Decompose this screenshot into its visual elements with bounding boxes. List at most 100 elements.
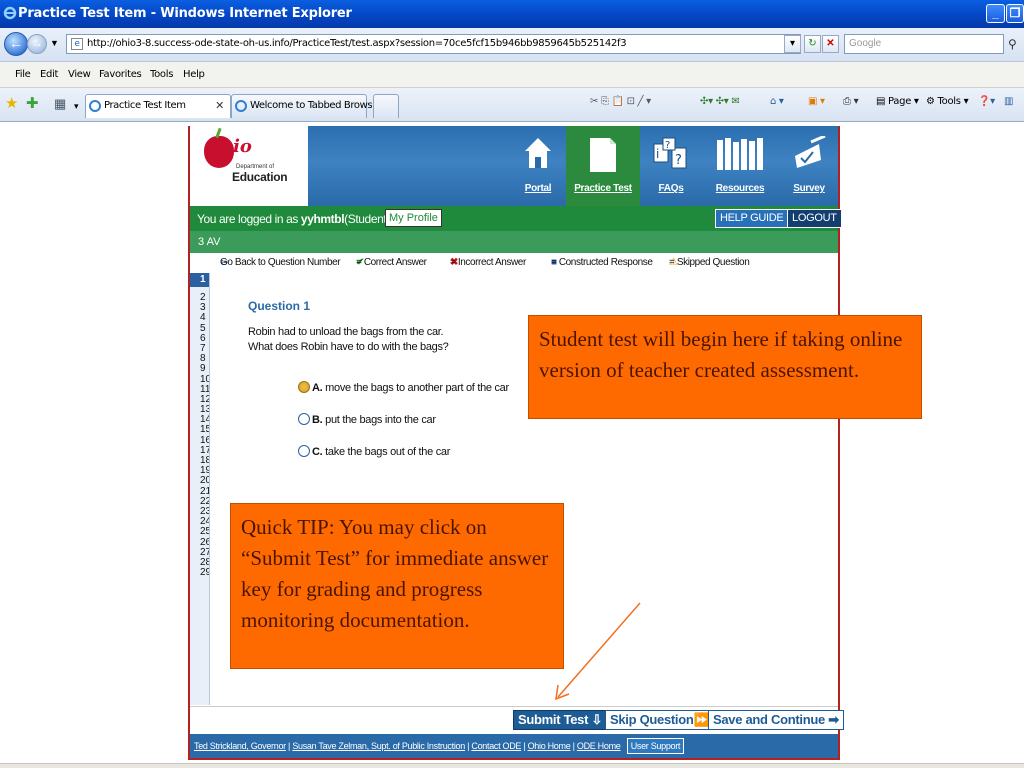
help-guide-button[interactable]: HELP GUIDE	[715, 209, 789, 228]
search-icon[interactable]: ⚲	[1008, 34, 1024, 54]
nav-faqs[interactable]: i ? ? FAQs	[650, 126, 692, 206]
callout-quick-tip: Quick TIP: You may click on “Submit Test…	[230, 503, 564, 669]
house-icon	[525, 138, 551, 168]
refresh-icon[interactable]: ↻	[804, 35, 821, 53]
document-icon	[590, 138, 616, 172]
save-arrow-icon: ➡	[828, 712, 839, 727]
question-number-link[interactable]: 29	[190, 567, 209, 578]
user-role: (Student)	[344, 212, 390, 226]
session-bar: You are logged in as yyhmtbl(Student) My…	[190, 206, 842, 231]
research-icon[interactable]: ▥	[1004, 96, 1013, 107]
footer-link-contact[interactable]: Contact ODE	[471, 741, 521, 751]
tools-menu-label: Tools	[937, 96, 961, 107]
footer-link-supt[interactable]: Susan Tave Zelman, Supt. of Public Instr…	[292, 741, 465, 751]
question-title: Question 1	[248, 299, 311, 313]
stop-icon[interactable]: ✕	[822, 35, 839, 53]
answer-text: put the bags into the car	[325, 414, 436, 426]
my-profile-button[interactable]: My Profile	[385, 209, 442, 227]
ie-logo-icon	[3, 6, 17, 20]
edit-toolbar-icons[interactable]: ✂ ⎘ 📋 ⊡ ╱ ▾	[590, 96, 651, 107]
new-tab-button[interactable]	[373, 94, 399, 118]
ode-logo[interactable]: hio Department of Education	[190, 126, 308, 206]
logout-button[interactable]: LOGOUT	[787, 209, 842, 228]
submit-label: Submit Test	[518, 712, 589, 727]
page-menu[interactable]: ▤ Page ▾	[876, 96, 919, 107]
tab-label: Welcome to Tabbed Browsing	[250, 100, 387, 111]
back-button[interactable]: ←	[4, 32, 28, 56]
nav-practice-test[interactable]: Practice Test	[566, 126, 640, 206]
address-input[interactable]: e http://ohio3-8.success-ode-state-oh-us…	[66, 34, 801, 54]
menu-file[interactable]: File	[15, 69, 31, 80]
submit-test-button[interactable]: Submit Test ⇩	[513, 710, 608, 730]
ie-page-icon	[89, 100, 101, 112]
question-number-current[interactable]: 1	[190, 273, 209, 287]
question-prompt: Robin had to unload the bags from the ca…	[248, 325, 449, 355]
feeds-icon[interactable]: ▣ ▾	[808, 96, 825, 107]
callout-test-start: Student test will begin here if taking o…	[528, 315, 922, 419]
status-legend: ⇐ Go Back to Question Number ✔ = Correct…	[190, 254, 838, 272]
menu-help[interactable]: Help	[183, 69, 205, 80]
save-label: Save and Continue	[713, 712, 825, 727]
tab-label: Practice Test Item	[104, 100, 186, 111]
books-icon	[717, 138, 763, 170]
address-dropdown-icon[interactable]: ▾	[784, 35, 801, 53]
legend-constructed-label: = Constructed Response	[551, 257, 653, 268]
footer-link-governor[interactable]: Ted Strickland, Governor	[194, 741, 286, 751]
translate-icons[interactable]: ✣▾ ✣▾ ✉	[700, 96, 740, 107]
callout-arrow-icon	[555, 602, 641, 701]
svg-text:?: ?	[665, 140, 670, 151]
save-continue-button[interactable]: Save and Continue ➡	[708, 710, 844, 730]
question-cards-icon: i ? ?	[653, 137, 687, 169]
history-dropdown-icon[interactable]: ▼	[50, 38, 59, 48]
survey-pencil-icon	[795, 136, 826, 168]
close-tab-icon[interactable]: ✕	[215, 95, 224, 117]
menu-favorites[interactable]: Favorites	[99, 69, 142, 80]
login-status: You are logged in as yyhmtbl(Student)	[197, 212, 390, 226]
tab-list-dropdown-icon[interactable]: ▾	[74, 99, 79, 114]
nav-survey[interactable]: Survey	[786, 126, 832, 206]
question-number-link[interactable]: 25	[190, 527, 209, 537]
print-icon[interactable]: ⎙ ▾	[843, 96, 859, 107]
add-favorites-icon[interactable]: ✚	[26, 96, 39, 111]
skip-label: Skip Question	[610, 712, 694, 727]
quick-tabs-icon[interactable]: ▦	[54, 96, 66, 111]
logo-edu-text: Education	[232, 170, 288, 184]
page-icon: e	[71, 38, 83, 50]
home-icon[interactable]: ⌂ ▾	[770, 96, 784, 107]
tab-welcome[interactable]: Welcome to Tabbed Browsing	[231, 94, 387, 118]
forward-button[interactable]: →	[27, 34, 47, 54]
footer-link-ohio-home[interactable]: Ohio Home	[528, 741, 571, 751]
menu-tools[interactable]: Tools	[150, 69, 173, 80]
favorites-star-icon[interactable]: ★	[5, 96, 18, 111]
address-url: http://ohio3-8.success-ode-state-oh-us.i…	[87, 38, 627, 49]
question-number-link[interactable]: 9	[190, 364, 209, 374]
tab-practice-test-item[interactable]: Practice Test Item ✕	[85, 94, 231, 118]
section-title: 3 AV	[190, 231, 838, 253]
nav-resources[interactable]: Resources	[708, 126, 772, 206]
answer-letter: A.	[312, 382, 323, 394]
tools-menu[interactable]: ⚙ Tools ▾	[926, 96, 969, 107]
user-support-button[interactable]: User Support	[626, 738, 685, 754]
help-icon[interactable]: ❓▾	[978, 96, 995, 107]
username: yyhmtbl	[300, 212, 345, 226]
footer-link-ode-home[interactable]: ODE Home	[577, 741, 621, 751]
radio-selected[interactable]	[298, 381, 310, 393]
restore-button[interactable]: ❐	[1006, 4, 1024, 23]
skip-question-button[interactable]: Skip Question⏩	[605, 710, 715, 730]
menu-edit[interactable]: Edit	[40, 69, 58, 80]
radio-unselected[interactable]	[298, 413, 310, 425]
search-input[interactable]: Google	[844, 34, 1004, 54]
minimize-button[interactable]: _	[986, 4, 1005, 23]
legend-correct-label: = Correct Answer	[356, 257, 427, 268]
nav-label: Resources	[715, 183, 765, 194]
answer-option-b[interactable]: B. put the bags into the car	[298, 413, 436, 429]
answer-option-a[interactable]: A. move the bags to another part of the …	[298, 381, 509, 397]
radio-unselected[interactable]	[298, 445, 310, 457]
status-bar	[0, 763, 1024, 768]
site-footer: Ted Strickland, Governor | Susan Tave Ze…	[190, 734, 838, 758]
answer-option-c[interactable]: C. take the bags out of the car	[298, 445, 450, 461]
question-line-2: What does Robin have to do with the bags…	[248, 341, 449, 353]
menu-view[interactable]: View	[68, 69, 91, 80]
question-line-1: Robin had to unload the bags from the ca…	[248, 326, 444, 338]
nav-portal[interactable]: Portal	[512, 126, 564, 206]
